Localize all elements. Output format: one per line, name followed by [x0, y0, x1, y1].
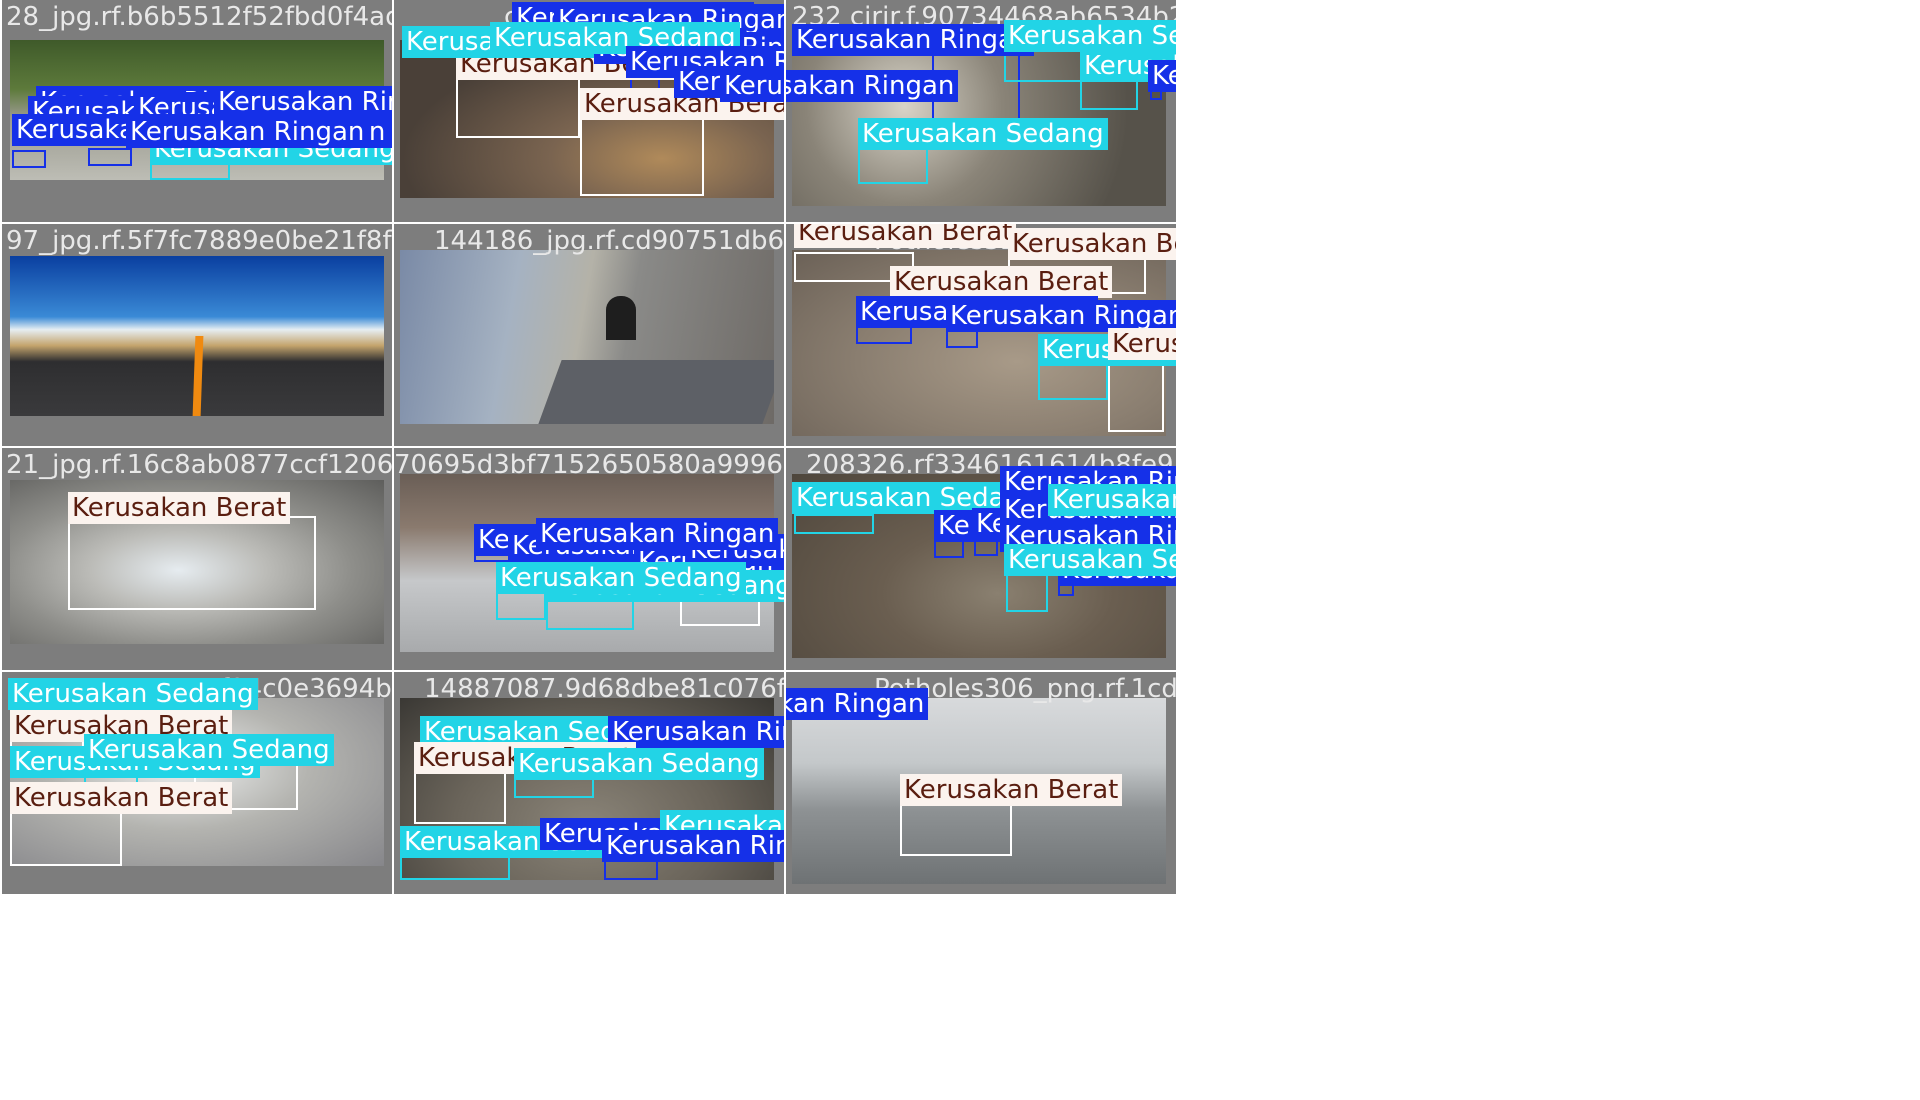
label-sedang: Kerusakan Sedang	[84, 734, 334, 766]
image-tile-7: 21_jpg.rf.16c8ab0877ccf12068b945 Kerusak…	[2, 448, 392, 670]
detection-box	[456, 72, 580, 138]
label-ringan: Kerusakan Ringan	[792, 24, 1035, 56]
label-berat: Kerusakan Berat	[890, 266, 1113, 298]
image-tile-9: 208326.rf3346161614b8fe9191a0d27dd5ea Ke…	[786, 448, 1176, 670]
tile-title: 14887087.9d68dbe81c076f6023820f	[424, 674, 784, 704]
detection-box	[496, 592, 546, 620]
detection-box	[794, 514, 874, 534]
label-sedang: Kerusakan Sedang	[1048, 484, 1176, 516]
label-berat: Kerusakan Berat	[1008, 228, 1176, 260]
detection-box	[1038, 362, 1108, 400]
label-ringan: Kerusakan Ringan	[786, 688, 929, 720]
detection-box	[1006, 572, 1048, 612]
label-berat: Kerusakan Berat	[68, 492, 291, 524]
detection-box	[1108, 362, 1164, 432]
image-tile-8: 70695d3bf7152650580a9996834e6 Kerusakan …	[394, 448, 784, 670]
label-sedang: Kerusakan Sedang	[8, 678, 258, 710]
tile-title: 21_jpg.rf.16c8ab0877ccf12068b945	[6, 450, 392, 480]
tunnel-opening	[606, 296, 636, 340]
label-berat: Kerusakan Berat	[1108, 328, 1176, 360]
detection-box	[1080, 78, 1138, 110]
road-surface	[538, 360, 774, 424]
road-center-line	[192, 336, 204, 416]
tile-title: 70695d3bf7152650580a9996834e6	[394, 450, 784, 480]
label-berat: Kerusakan Berat	[900, 774, 1123, 806]
label-berat: Kerusakan Berat	[794, 224, 1017, 248]
label-sedang: Kerusakan Sedang	[858, 118, 1108, 150]
label-ringan: Kerusakan Ringan	[1148, 60, 1176, 92]
detection-box	[974, 540, 998, 556]
image-tile-3: 232 cirir.f.90734468ab6534b2b4282b231f09…	[786, 0, 1176, 222]
detection-box	[88, 148, 132, 166]
image-tile-2: ciri Kerusakan Berat Kerusakan Berat Ker…	[394, 0, 784, 222]
detection-box	[580, 112, 704, 196]
image-tile-1: 28_jpg.rf.b6b5512f52fbd0f4ad95932c02022 …	[2, 0, 392, 222]
label-sedang: Kerusakan Sedang	[1004, 20, 1176, 52]
label-ringan: Kerusakan Ringan	[536, 518, 779, 550]
detection-box	[12, 150, 46, 168]
detection-box	[934, 540, 964, 558]
detection-box	[680, 598, 760, 626]
label-sedang: Kerusakan Sedang	[514, 748, 764, 780]
label-ringan: Kerusakan Ringan	[126, 116, 369, 148]
detection-box	[546, 598, 634, 630]
label-ringan: Kerusakan Ringan	[602, 830, 784, 862]
image-tile-5: 144186_jpg.rf.cd90751db603732b774f	[394, 224, 784, 446]
label-sedang: Kerusakan Sedang	[1004, 544, 1176, 576]
image-tile-4: 97_jpg.rf.5f7fc7889e0be21f8f5ff8119	[2, 224, 392, 446]
image-tile-12: Potholes306_png.rf.1cd87fc651f40e4a48eab…	[786, 672, 1176, 894]
detection-box	[10, 806, 122, 866]
detection-box	[900, 798, 1012, 856]
detection-box	[68, 516, 316, 610]
label-berat: Kerusakan Berat	[10, 782, 233, 814]
highway-photo	[10, 256, 384, 416]
detection-box	[858, 148, 928, 184]
image-tile-6: Potholes323_png.rf. 3354956a Kerusakan B…	[786, 224, 1176, 446]
label-ringan: Kerusakan Ringan	[720, 70, 784, 102]
label-ringan: Kerusakan Ringan	[786, 70, 959, 102]
tile-title: 144186_jpg.rf.cd90751db603732b774f	[434, 226, 784, 256]
tunnel-road-photo	[400, 250, 774, 424]
image-tile-10: f94c0e3694bf2c Kerusakan Sedang Kerusaka…	[2, 672, 392, 894]
tile-title: 97_jpg.rf.5f7fc7889e0be21f8f5ff8119	[6, 226, 392, 256]
tile-title: 28_jpg.rf.b6b5512f52fbd0f4ad95932c02022	[6, 2, 392, 32]
image-tile-11: 14887087.9d68dbe81c076f6023820f Kerusaka…	[394, 672, 784, 894]
label-sedang: Kerusakan Sedang	[496, 562, 746, 594]
